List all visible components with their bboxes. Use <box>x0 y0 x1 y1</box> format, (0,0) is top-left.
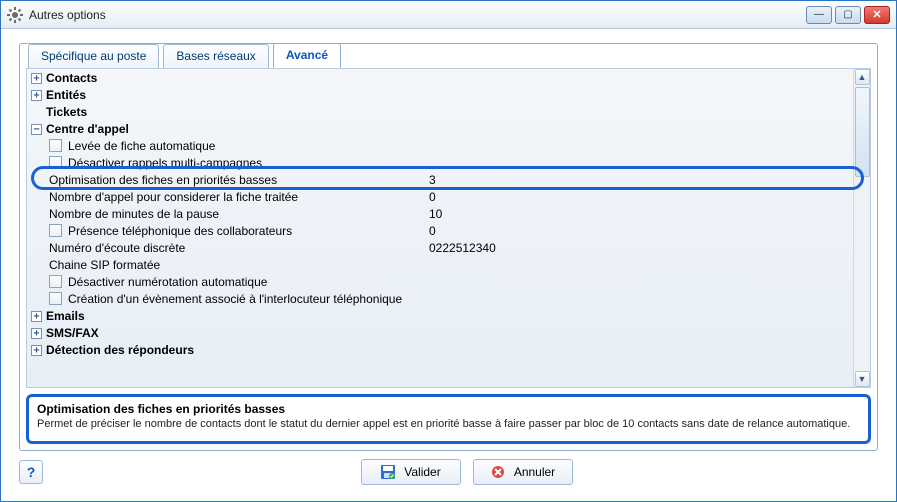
prop-desactiver-rappels[interactable]: Désactiver rappels multi-campagnes <box>27 154 853 171</box>
description-panel: Optimisation des fiches en priorités bas… <box>26 394 871 444</box>
tab-strip: Spécifique au poste Bases réseaux Avancé <box>28 43 877 67</box>
save-icon <box>380 464 396 480</box>
expand-icon[interactable]: + <box>31 73 42 84</box>
cancel-button-label: Annuler <box>514 465 555 479</box>
property-label: Optimisation des fiches en priorités bas… <box>49 173 277 187</box>
checkbox[interactable] <box>49 156 62 169</box>
property-value[interactable]: 0 <box>429 190 436 204</box>
expand-icon[interactable]: + <box>31 90 42 101</box>
help-button[interactable]: ? <box>19 460 43 484</box>
vertical-scrollbar[interactable]: ▲ ▼ <box>853 69 870 387</box>
property-label: Nombre d'appel pour considerer la fiche … <box>49 190 298 204</box>
property-grid: + Contacts + Entités Tickets −Centre d'app… <box>26 68 871 388</box>
tab-content: + Contacts + Entités Tickets −Centre d'app… <box>26 68 871 388</box>
prop-minutes-pause[interactable]: Nombre de minutes de la pause 10 <box>27 205 853 222</box>
checkbox[interactable] <box>49 275 62 288</box>
category-label: Contacts <box>46 71 97 85</box>
checkbox[interactable] <box>49 139 62 152</box>
prop-levee-fiche-auto[interactable]: Levée de fiche automatique <box>27 137 853 154</box>
property-label: Nombre de minutes de la pause <box>49 207 219 221</box>
property-value[interactable]: 0222512340 <box>429 241 496 255</box>
tab-specifique-poste[interactable]: Spécifique au poste <box>28 44 159 68</box>
category-detection-repondeurs[interactable]: + Détection des répondeurs <box>27 341 853 358</box>
prop-creation-evenement[interactable]: Création d'un évènement associé à l'inte… <box>27 290 853 307</box>
prop-desactiver-numerotation[interactable]: Désactiver numérotation automatique <box>27 273 853 290</box>
category-entites[interactable]: + Entités <box>27 86 853 103</box>
property-label: Création d'un évènement associé à l'inte… <box>68 292 402 306</box>
ok-button[interactable]: Valider <box>361 459 461 485</box>
close-icon: ✕ <box>872 8 881 21</box>
prop-chaine-sip[interactable]: Chaine SIP formatée <box>27 256 853 273</box>
minimize-button[interactable]: — <box>806 6 832 24</box>
category-tickets[interactable]: Tickets <box>27 103 853 120</box>
expand-icon[interactable]: + <box>31 328 42 339</box>
category-label: Emails <box>46 309 85 323</box>
ok-button-label: Valider <box>404 465 440 479</box>
prop-numero-ecoute[interactable]: Numéro d'écoute discrète 0222512340 <box>27 239 853 256</box>
help-icon: ? <box>27 464 36 480</box>
property-label: Désactiver rappels multi-campagnes <box>68 156 262 170</box>
tab-bases-reseaux[interactable]: Bases réseaux <box>163 44 268 68</box>
category-label: Centre d'appel <box>46 122 129 136</box>
category-emails[interactable]: + Emails <box>27 307 853 324</box>
title-bar[interactable]: Autres options — ▢ ✕ <box>1 1 896 29</box>
property-grid-inner: + Contacts + Entités Tickets −Centre d'app… <box>27 69 853 387</box>
column-splitter[interactable] <box>425 69 426 387</box>
property-value[interactable]: 10 <box>429 207 442 221</box>
property-label: Présence téléphonique des collaborateurs <box>68 224 292 238</box>
minimize-icon: — <box>814 9 824 20</box>
close-button[interactable]: ✕ <box>864 6 890 24</box>
property-label: Numéro d'écoute discrète <box>49 241 185 255</box>
collapse-icon[interactable]: − <box>31 124 42 135</box>
prop-presence-telephonique[interactable]: Présence téléphonique des collaborateurs… <box>27 222 853 239</box>
scroll-up-button[interactable]: ▲ <box>855 69 870 85</box>
tab-avance[interactable]: Avancé <box>273 43 341 68</box>
window-controls: — ▢ ✕ <box>806 6 890 24</box>
gear-icon <box>7 7 23 23</box>
footer-bar: ? Valider Annuler <box>19 457 878 487</box>
cancel-button[interactable]: Annuler <box>473 459 573 485</box>
scroll-down-button[interactable]: ▼ <box>855 371 870 387</box>
category-contacts[interactable]: + Contacts <box>27 69 853 86</box>
category-centre-appel[interactable]: −Centre d'appel <box>27 120 853 137</box>
category-label: Détection des répondeurs <box>46 343 194 357</box>
category-label: Entités <box>46 88 86 102</box>
property-label: Désactiver numérotation automatique <box>68 275 267 289</box>
property-value[interactable]: 0 <box>429 224 436 238</box>
expand-icon[interactable]: + <box>31 345 42 356</box>
main-panel: Spécifique au poste Bases réseaux Avancé… <box>19 43 878 451</box>
property-value[interactable]: 3 <box>429 173 436 187</box>
checkbox[interactable] <box>49 292 62 305</box>
client-area: Spécifique au poste Bases réseaux Avancé… <box>7 35 890 495</box>
description-text: Permet de préciser le nombre de contacts… <box>37 418 860 430</box>
dialog-window: Autres options — ▢ ✕ Spécifique au poste… <box>0 0 897 502</box>
description-title: Optimisation des fiches en priorités bas… <box>37 402 860 416</box>
cancel-icon <box>490 464 506 480</box>
property-label: Levée de fiche automatique <box>68 139 215 153</box>
checkbox[interactable] <box>49 224 62 237</box>
scroll-thumb[interactable] <box>855 87 870 177</box>
maximize-icon: ▢ <box>843 9 852 20</box>
category-label: SMS/FAX <box>46 326 99 340</box>
category-smsfax[interactable]: + SMS/FAX <box>27 324 853 341</box>
property-label: Chaine SIP formatée <box>49 258 160 272</box>
prop-nombre-appel[interactable]: Nombre d'appel pour considerer la fiche … <box>27 188 853 205</box>
maximize-button[interactable]: ▢ <box>835 6 861 24</box>
expand-icon[interactable]: + <box>31 311 42 322</box>
prop-optimisation-fiches[interactable]: Optimisation des fiches en priorités bas… <box>27 171 853 188</box>
category-label: Tickets <box>46 105 87 119</box>
window-title: Autres options <box>29 8 106 22</box>
